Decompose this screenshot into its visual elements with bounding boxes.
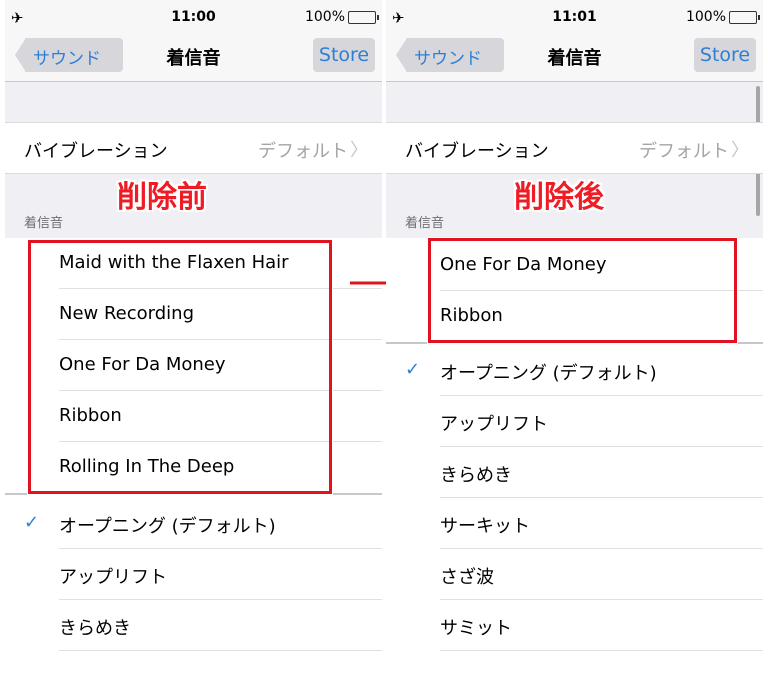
battery-status: 100%	[304, 9, 379, 25]
battery-icon	[729, 10, 760, 24]
vibration-value: デフォルト	[258, 141, 348, 162]
ringtone-name: オープニング (デフォルト)	[440, 363, 657, 384]
ringtone-list: One For Da Money Ribbon ✓ オープニング (デフォルト) …	[386, 238, 763, 677]
ringtone-item[interactable]: サーキット	[386, 498, 763, 549]
section-header: 着信音	[405, 216, 445, 231]
ringtone-name: きらめき	[59, 618, 131, 639]
checkmark-icon: ✓	[405, 359, 421, 380]
ringtone-item-selected[interactable]: ✓ オープニング (デフォルト)	[5, 498, 382, 549]
vibration-label: バイブレーション	[405, 141, 549, 162]
vibration-row[interactable]: バイブレーション デフォルト 〉	[386, 122, 763, 174]
section-header: 着信音	[24, 216, 64, 231]
before-screen: ✈ 11:00 100% サウンド 着信音 Store バイブレーション デフォ…	[5, 0, 382, 677]
highlight-box	[28, 240, 332, 494]
ringtone-item[interactable]: サミット	[386, 600, 763, 651]
ringtone-name: アップリフト	[440, 414, 548, 435]
ringtone-item-selected[interactable]: ✓ オープニング (デフォルト)	[386, 345, 763, 396]
battery-icon	[348, 10, 379, 24]
vibration-row[interactable]: バイブレーション デフォルト 〉	[5, 122, 382, 174]
ringtone-name: サーキット	[440, 516, 530, 537]
battery-percent: 100%	[685, 9, 726, 25]
ringtone-item[interactable]: きらめき	[5, 600, 382, 651]
after-annotation: 削除後	[514, 180, 604, 215]
before-annotation: 削除前	[117, 180, 207, 215]
ringtone-name: オープニング (デフォルト)	[59, 516, 276, 537]
store-button[interactable]: Store	[694, 38, 756, 72]
chevron-right-icon: 〉	[350, 140, 368, 161]
status-bar: ✈ 11:00 100%	[5, 0, 382, 33]
highlight-box	[428, 238, 737, 343]
navigation-bar: サウンド 着信音 Store	[5, 33, 382, 82]
navigation-bar: サウンド 着信音 Store	[386, 33, 763, 82]
ringtone-name: サミット	[440, 618, 512, 639]
vibration-label: バイブレーション	[24, 141, 168, 162]
vibration-value: デフォルト	[639, 141, 729, 162]
status-bar: ✈ 11:01 100%	[386, 0, 763, 33]
ringtone-item[interactable]: アップリフト	[5, 549, 382, 600]
store-button[interactable]: Store	[313, 38, 375, 72]
ringtone-name: アップリフト	[59, 567, 167, 588]
checkmark-icon: ✓	[24, 512, 40, 533]
ringtone-item[interactable]: アップリフト	[386, 396, 763, 447]
ringtone-name: きらめき	[440, 465, 512, 486]
ringtone-item[interactable]: きらめき	[386, 447, 763, 498]
after-screen: ✈ 11:01 100% サウンド 着信音 Store バイブレーション デフォ…	[386, 0, 763, 677]
ringtone-name: さざ波	[440, 567, 494, 588]
ringtone-list: Maid with the Flaxen Hair New Recording …	[5, 238, 382, 677]
ringtone-item[interactable]: さざ波	[386, 549, 763, 600]
battery-status: 100%	[685, 9, 760, 25]
chevron-right-icon: 〉	[731, 140, 749, 161]
battery-percent: 100%	[304, 9, 345, 25]
